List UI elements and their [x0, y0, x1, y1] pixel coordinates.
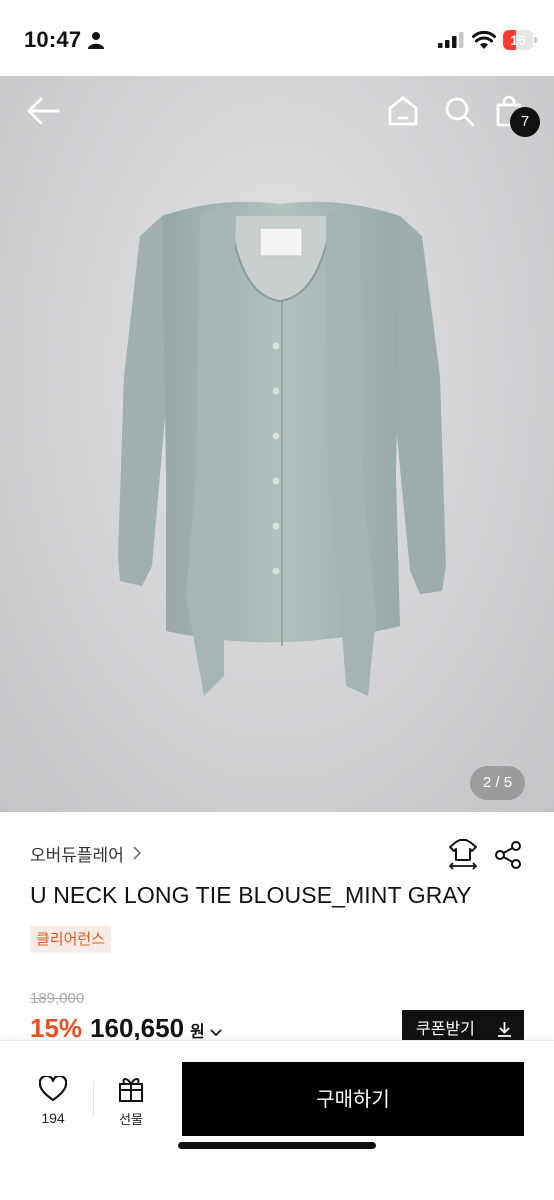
- home-icon[interactable]: [386, 94, 420, 128]
- back-arrow-icon[interactable]: [26, 96, 60, 126]
- battery-level: 16: [510, 32, 526, 48]
- gift-label: 선물: [119, 1113, 143, 1128]
- gift-icon: [119, 1078, 143, 1102]
- image-counter: 2 / 5: [470, 766, 525, 800]
- product-photo: [118, 201, 446, 696]
- original-price: 189,000: [30, 990, 85, 1007]
- product-title: U NECK LONG TIE BLOUSE_MINT GRAY: [30, 882, 472, 908]
- product-image-gallery[interactable]: 7 2 / 5: [0, 76, 554, 812]
- like-count: 194: [41, 1110, 65, 1126]
- home-indicator: [178, 1142, 376, 1149]
- battery-indicator: 16: [503, 30, 537, 50]
- size-hanger-icon[interactable]: [448, 838, 478, 870]
- chevron-right-icon: [133, 846, 141, 860]
- share-icon[interactable]: [494, 840, 522, 870]
- brand-name[interactable]: 오버듀플레어: [30, 841, 124, 866]
- person-icon: [88, 32, 104, 49]
- chevron-down-icon[interactable]: [210, 1029, 222, 1037]
- bottom-action-bar: 194 선물 구매하기: [0, 1040, 554, 1200]
- signal-icon: [438, 32, 464, 48]
- download-icon: [498, 1022, 511, 1037]
- coupon-label: 쿠폰받기: [416, 1019, 475, 1038]
- brand-link[interactable]: 오버듀플레어: [30, 840, 142, 866]
- wifi-icon: [472, 30, 496, 49]
- divider: [93, 1081, 94, 1117]
- search-icon[interactable]: [442, 94, 476, 128]
- clearance-tag: 클리어런스: [30, 926, 112, 953]
- heart-icon: [39, 1076, 67, 1102]
- status-bar: 10:47 16: [0, 0, 554, 76]
- currency-unit: 원: [190, 1022, 205, 1041]
- gift-button[interactable]: 선물: [106, 1071, 156, 1131]
- status-time: 10:47: [24, 27, 82, 52]
- like-button[interactable]: 194: [28, 1071, 78, 1131]
- buy-button[interactable]: 구매하기: [182, 1062, 524, 1136]
- cart-count-badge[interactable]: 7: [510, 107, 540, 137]
